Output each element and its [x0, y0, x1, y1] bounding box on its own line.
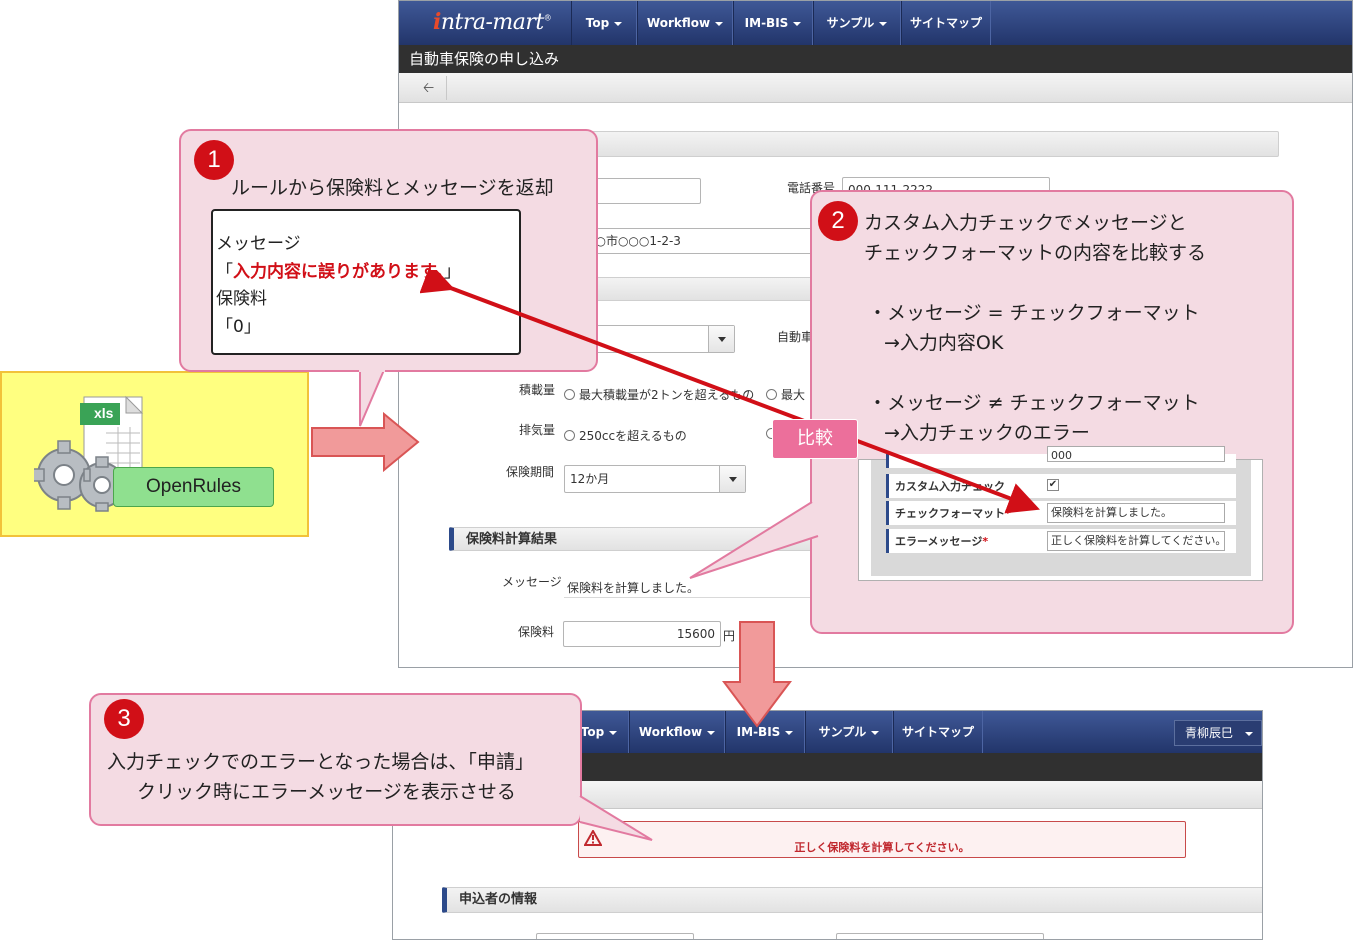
premium-value: 「0」 — [216, 317, 261, 337]
callout-1-title: ルールから保険料とメッセージを返却 — [231, 177, 554, 199]
chevron-down-icon — [707, 730, 716, 735]
nav-sitemap[interactable]: サイトマップ — [893, 711, 983, 753]
chevron-down-icon — [609, 730, 618, 735]
address-field[interactable]: ○○市○○○1-2-3 — [579, 228, 829, 254]
step-badge-3: 3 — [104, 699, 144, 739]
nav-sample[interactable]: サンプル — [805, 711, 893, 753]
global-navbar: intra-mart® Top Workflow IM-BIS サンプル サイト… — [399, 1, 1352, 45]
openrules-box: xls OpenRules — [0, 371, 309, 537]
callout-3-line-2: クリック時にエラーメッセージを表示させる — [137, 781, 516, 803]
check-format-field[interactable]: 保険料を計算しました。 — [1047, 503, 1225, 523]
premium-field[interactable]: 15600 — [563, 621, 721, 647]
nav-workflow[interactable]: Workflow — [637, 1, 733, 45]
chevron-down-icon — [614, 21, 623, 26]
applicant-field[interactable] — [536, 933, 694, 939]
chevron-down-icon — [879, 21, 888, 26]
premium-label: 保険料 — [518, 625, 555, 639]
error-text: 正しく保険料を計算してください。 — [794, 841, 970, 854]
nav-im-bis[interactable]: IM-BIS — [733, 1, 813, 45]
compare-arrow-icon — [420, 270, 1040, 514]
callout-2-line-2: チェックフォーマットの内容を比較する — [864, 242, 1207, 264]
arrow-down-icon — [722, 621, 792, 728]
nav-workflow[interactable]: Workflow — [629, 711, 725, 753]
applicant-section-header: 申込者の情報 — [442, 887, 1262, 913]
premium-heading: 保険料 — [216, 289, 267, 309]
message-heading: メッセージ — [216, 234, 301, 254]
settings-value[interactable]: 000 — [1047, 446, 1225, 462]
arrow-left-icon: 🡠 — [422, 80, 435, 96]
error-message-box: 正しく保険料を計算してください。 — [578, 821, 1186, 858]
user-menu[interactable]: 青柳辰巳 — [1174, 720, 1262, 746]
toolbar: 🡠 — [399, 73, 1352, 103]
nav-top[interactable]: Top — [571, 1, 637, 45]
callout-2-line-1: カスタム入力チェックでメッセージと — [864, 212, 1187, 234]
chevron-down-icon — [793, 21, 802, 26]
nav-sample[interactable]: サンプル — [813, 1, 901, 45]
chevron-down-icon — [715, 21, 724, 26]
section-header — [579, 131, 1279, 157]
intra-mart-logo[interactable]: intra-mart® — [433, 9, 552, 35]
chevron-down-icon — [871, 730, 880, 735]
callout-3: 3 入力チェックでのエラーとなった場合は、「申請」 クリック時にエラーメッセージ… — [89, 693, 582, 826]
chevron-down-icon — [785, 730, 794, 735]
back-button[interactable]: 🡠 — [411, 76, 447, 100]
callout-tail — [579, 795, 653, 841]
nav-sitemap[interactable]: サイトマップ — [901, 1, 991, 45]
settings-row-error-message: エラーメッセージ* 正しく保険料を計算してください。 — [886, 529, 1236, 553]
step-badge-1: 1 — [194, 140, 234, 180]
compare-label: 比較 — [772, 419, 858, 459]
error-message-field[interactable]: 正しく保険料を計算してください。 — [1047, 531, 1226, 551]
callout-3-line-1: 入力チェックでのエラーとなった場合は、「申請」 — [107, 751, 534, 773]
divider — [564, 597, 814, 598]
callout-tail — [359, 368, 385, 427]
page-title: 自動車保険の申し込み — [399, 45, 1352, 73]
message-value: 保険料を計算しました。 — [567, 581, 700, 595]
phone-field[interactable] — [836, 933, 1044, 939]
chevron-down-icon — [1245, 731, 1254, 736]
step-badge-2: 2 — [818, 201, 858, 241]
openrules-label[interactable]: OpenRules — [113, 467, 274, 507]
xls-badge: xls — [94, 405, 114, 421]
message-label: メッセージ — [502, 575, 562, 589]
